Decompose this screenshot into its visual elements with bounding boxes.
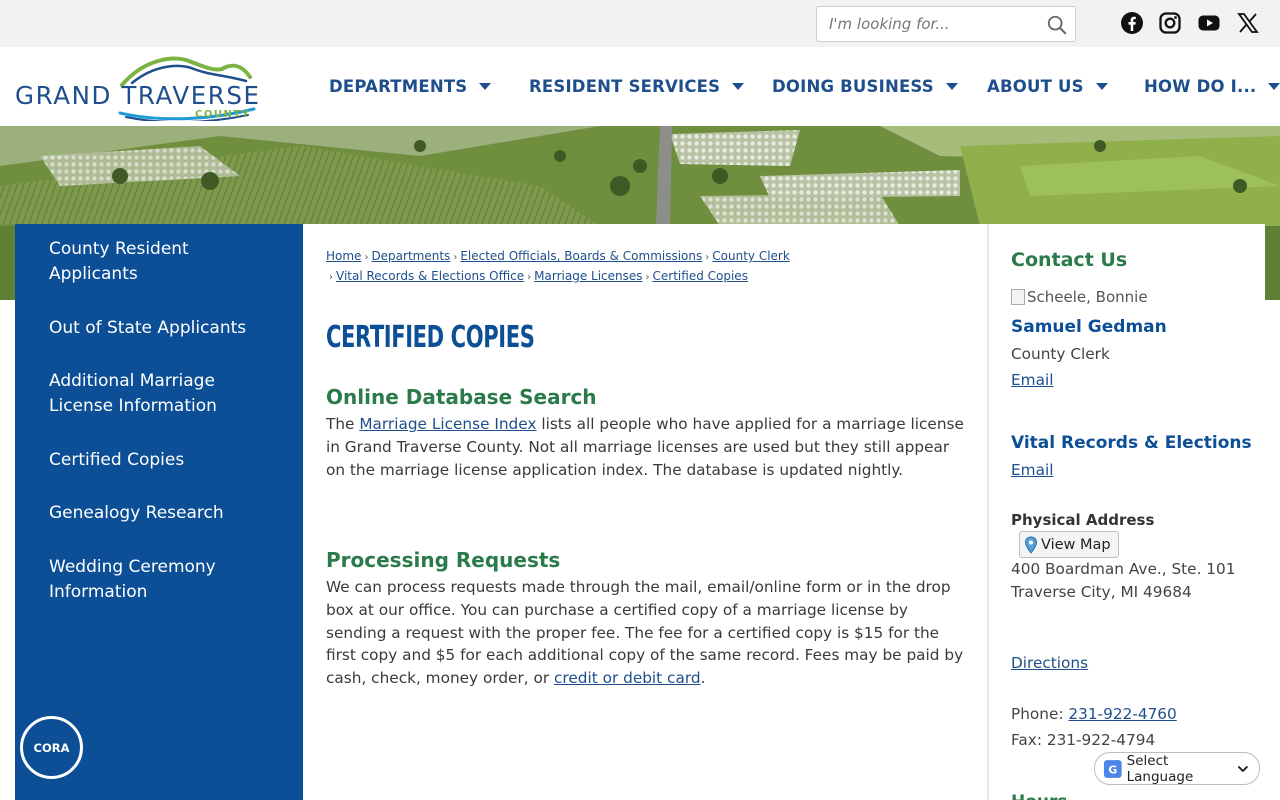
youtube-icon[interactable]	[1197, 11, 1221, 35]
breadcrumb-separator: ›	[705, 252, 710, 263]
x-icon[interactable]	[1236, 11, 1260, 35]
paragraph-text: .	[700, 669, 706, 688]
main-content: Home › Departments › Elected Officials, Boar…	[303, 224, 987, 800]
page-title: CERTIFIED COPIES	[326, 320, 535, 355]
caret-down-icon	[479, 82, 492, 90]
nav-label: DOING BUSINESS	[772, 76, 934, 96]
sidebar-item-out-of-state-applicants[interactable]: Out of State Applicants	[49, 316, 279, 341]
nav-departments[interactable]: DEPARTMENTS	[329, 75, 492, 97]
breadcrumb-separator: ›	[453, 252, 458, 263]
breadcrumb-vital-records[interactable]: Vital Records & Elections Office	[336, 269, 524, 283]
caret-down-icon	[732, 82, 745, 90]
map-pin-icon	[1024, 535, 1038, 554]
logo-text-main: GRAND TRAVERSE	[15, 81, 261, 110]
instagram-icon[interactable]	[1158, 11, 1182, 35]
sidebar-item-genealogy-research[interactable]: Genealogy Research	[49, 501, 279, 526]
view-map-button[interactable]: View Map	[1019, 531, 1119, 558]
directions-link[interactable]: Directions	[1011, 654, 1088, 672]
breadcrumb-separator: ›	[364, 252, 369, 263]
breadcrumb-separator: ›	[645, 272, 650, 283]
sidebar-item-county-resident-applicants[interactable]: County Resident Applicants	[49, 237, 279, 287]
search-input[interactable]	[829, 14, 1039, 34]
caret-down-icon	[1095, 82, 1108, 90]
site-search	[816, 6, 1076, 42]
section-sidebar: County Resident Applicants Out of State …	[15, 224, 303, 800]
breadcrumb-marriage-licenses[interactable]: Marriage Licenses	[534, 269, 642, 283]
nav-label: RESIDENT SERVICES	[529, 76, 721, 96]
breadcrumb-separator: ›	[527, 272, 532, 283]
section-heading-processing-requests: Processing Requests	[326, 548, 561, 572]
breadcrumb-separator: ›	[329, 272, 333, 283]
breadcrumb: Home › Departments › Elected Officials, Boar…	[326, 247, 966, 287]
contact-sidebar: Contact Us Scheele, Bonnie Samuel Gedman…	[987, 224, 1265, 800]
breadcrumb-elected-officials[interactable]: Elected Officials, Boards & Commissions	[460, 249, 702, 263]
sidebar-item-additional-marriage-license-information[interactable]: Additional Marriage License Information	[49, 369, 279, 419]
chevron-down-icon	[1238, 765, 1249, 772]
breadcrumb-certified-copies[interactable]: Certified Copies	[653, 269, 748, 283]
caret-down-icon	[1268, 82, 1280, 90]
language-selector[interactable]: G Select Language	[1094, 752, 1260, 785]
logo-text-sub: COUNTY	[195, 109, 251, 120]
contact-heading: Contact Us	[1011, 249, 1128, 271]
processing-requests-paragraph: We can process requests made through the…	[326, 576, 966, 690]
nav-about-us[interactable]: ABOUT US	[987, 75, 1108, 97]
language-selector-label: Select Language	[1126, 752, 1194, 785]
contact-dept-name: Vital Records & Elections	[1011, 433, 1252, 453]
nav-label: ABOUT US	[987, 76, 1084, 96]
cora-chat-button[interactable]: CORA	[20, 716, 83, 779]
address-line-1: 400 Boardman Ave., Ste. 101	[1011, 560, 1236, 578]
utility-bar	[0, 0, 1280, 47]
contact-photo-alt: Scheele, Bonnie	[1027, 288, 1148, 306]
broken-image-icon	[1011, 289, 1025, 305]
site-logo[interactable]: GRAND TRAVERSE COUNTY	[14, 53, 261, 124]
site-header: GRAND TRAVERSE COUNTY DEPARTMENTS RESIDE…	[0, 47, 1280, 126]
marriage-license-index-link[interactable]: Marriage License Index	[359, 415, 536, 433]
search-icon[interactable]	[1046, 14, 1068, 36]
breadcrumb-home[interactable]: Home	[326, 249, 361, 263]
nav-how-do-i[interactable]: HOW DO I...	[1144, 75, 1280, 97]
nav-doing-business[interactable]: DOING BUSINESS	[772, 75, 958, 97]
caret-down-icon	[945, 82, 958, 90]
section-heading-online-database-search: Online Database Search	[326, 385, 597, 409]
contact-phone: Phone: 231-922-4760	[1011, 703, 1177, 726]
contact-photo: Scheele, Bonnie	[1011, 288, 1148, 306]
phone-label: Phone:	[1011, 705, 1069, 723]
svg-text:G: G	[1108, 763, 1117, 776]
dept-email-link[interactable]: Email	[1011, 461, 1053, 479]
phone-link[interactable]: 231-922-4760	[1068, 705, 1176, 723]
paragraph-text: The	[326, 415, 360, 433]
nav-label: HOW DO I...	[1144, 76, 1257, 96]
address-line-2: Traverse City, MI 49684	[1011, 583, 1192, 601]
contact-email-link[interactable]: Email	[1011, 371, 1053, 389]
google-translate-icon: G	[1103, 759, 1122, 778]
view-map-label: View Map	[1041, 536, 1111, 553]
contact-person-title: County Clerk	[1011, 345, 1110, 363]
physical-address-heading: Physical Address	[1011, 511, 1155, 529]
credit-debit-card-link[interactable]: credit or debit card	[554, 669, 701, 687]
contact-person-name: Samuel Gedman	[1011, 317, 1167, 337]
nav-label: DEPARTMENTS	[329, 76, 468, 96]
nav-resident-services[interactable]: RESIDENT SERVICES	[529, 75, 745, 97]
sidebar-item-wedding-ceremony-information[interactable]: Wedding Ceremony Information	[49, 555, 279, 605]
facebook-icon[interactable]	[1120, 11, 1144, 35]
online-database-paragraph: The Marriage License Index lists all peo…	[326, 413, 966, 481]
contact-fax: Fax: 231-922-4794	[1011, 731, 1156, 749]
breadcrumb-county-clerk[interactable]: County Clerk	[712, 249, 790, 263]
sidebar-item-certified-copies[interactable]: Certified Copies	[49, 448, 279, 473]
hours-heading: Hours	[1011, 792, 1068, 800]
breadcrumb-departments[interactable]: Departments	[371, 249, 450, 263]
